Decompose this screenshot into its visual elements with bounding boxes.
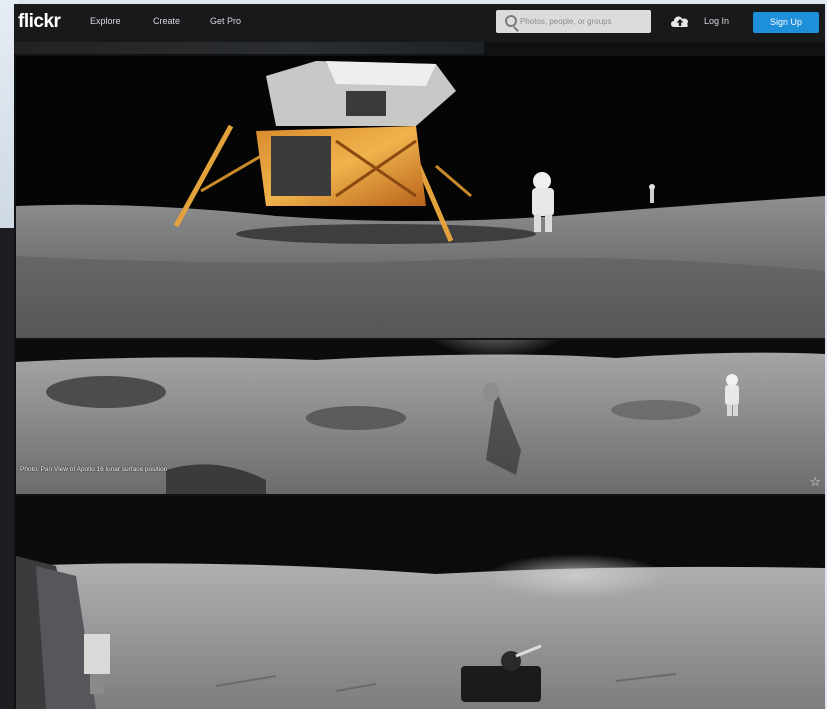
- flickr-logo[interactable]: flickr: [18, 11, 61, 33]
- flickr-top-bar: flickr Explore Create Get Pro Log In Sig…: [14, 4, 825, 42]
- nav-create[interactable]: Create: [153, 16, 180, 26]
- star-icon[interactable]: ☆: [809, 475, 821, 488]
- browser-window: flickr Explore Create Get Pro Log In Sig…: [14, 4, 825, 709]
- nav-get-pro[interactable]: Get Pro: [210, 16, 241, 26]
- photo-caption: Photo: Pan View of Apollo 16 lunar surfa…: [20, 466, 168, 473]
- lunar-module-photo: [16, 56, 825, 338]
- search-input[interactable]: [520, 13, 644, 29]
- photo-tile-lunar-module[interactable]: [16, 56, 825, 338]
- topbar-shadow: [14, 42, 484, 54]
- cloud-upload-icon[interactable]: [669, 12, 691, 30]
- signup-button[interactable]: Sign Up: [753, 12, 819, 33]
- search-box[interactable]: [496, 10, 651, 33]
- photo-tile-crater-panorama[interactable]: Photo: Pan View of Apollo 16 lunar surfa…: [16, 340, 825, 494]
- search-icon[interactable]: [505, 15, 517, 27]
- lunar-plain-photo: [16, 496, 825, 709]
- login-link[interactable]: Log In: [704, 16, 729, 26]
- photo-tile-lunar-plain[interactable]: [16, 496, 825, 709]
- nav-explore[interactable]: Explore: [90, 16, 121, 26]
- astronaut-figure: [725, 374, 739, 416]
